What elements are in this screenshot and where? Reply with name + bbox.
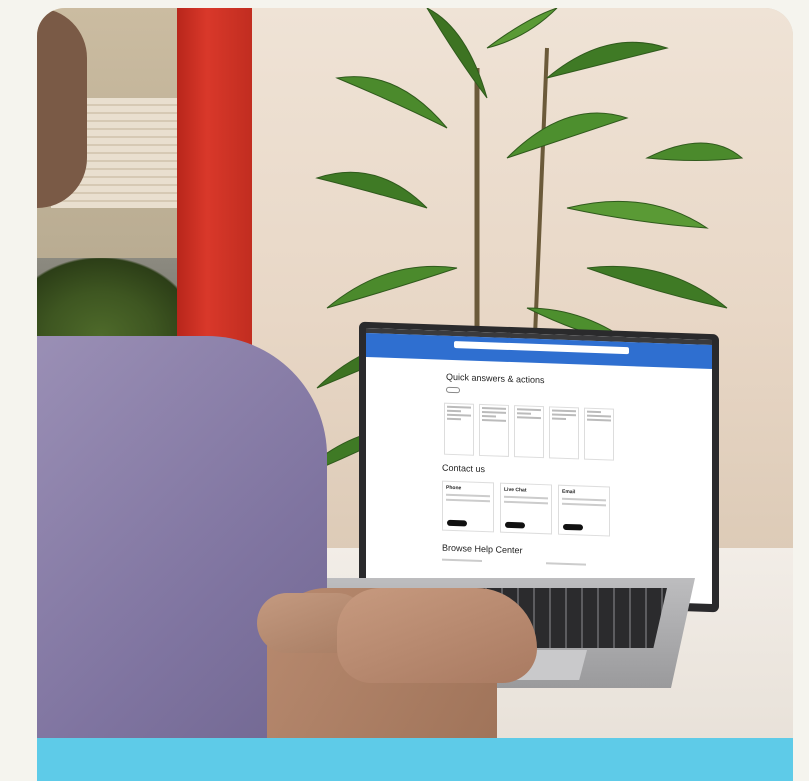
quick-answer-card	[479, 403, 509, 457]
pill	[446, 386, 460, 394]
person-hand-right	[337, 588, 537, 683]
pill	[506, 388, 520, 396]
pill-row	[446, 386, 520, 396]
contact-button	[563, 523, 583, 531]
contact-button	[447, 519, 467, 527]
quick-answer-card	[514, 405, 544, 459]
browse-line	[442, 558, 482, 563]
contact-box-phone: Phone	[442, 480, 494, 533]
contact-box-email: Email	[558, 484, 610, 537]
pill	[466, 387, 480, 394]
contact-button	[505, 521, 525, 529]
accent-strip	[37, 738, 793, 781]
contact-label: Email	[562, 488, 576, 496]
search-input	[454, 341, 629, 355]
quick-answer-card	[549, 406, 579, 460]
section-title-quick-answers: Quick answers & actions	[446, 371, 545, 386]
contact-label: Phone	[446, 484, 462, 492]
section-title-browse: Browse Help Center	[442, 542, 523, 556]
laptop-screen: Quick answers & actions Contact us Phone	[366, 327, 712, 605]
quick-answer-card	[584, 407, 614, 461]
person-head	[37, 8, 87, 208]
section-title-contact: Contact us	[442, 462, 486, 475]
contact-label: Live Chat	[504, 486, 527, 494]
contact-box-chat: Live Chat	[500, 482, 552, 535]
laptop-lid: Quick answers & actions Contact us Phone	[359, 321, 719, 613]
quick-answer-cards	[444, 402, 614, 461]
browse-line	[546, 562, 586, 566]
quick-answer-card	[444, 402, 474, 456]
photo: Quick answers & actions Contact us Phone	[37, 8, 793, 781]
pill	[486, 388, 500, 395]
